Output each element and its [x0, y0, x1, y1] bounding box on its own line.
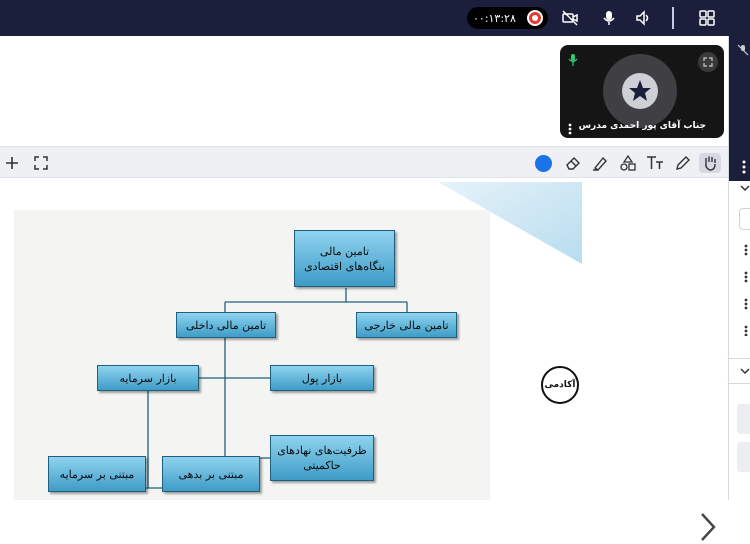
- color-picker[interactable]: [533, 153, 553, 173]
- fullscreen-button[interactable]: [31, 153, 51, 173]
- pencil-tool[interactable]: [673, 153, 693, 173]
- add-icon: [6, 157, 18, 169]
- side-panel-header: [729, 36, 750, 181]
- expand-button[interactable]: [698, 52, 718, 72]
- shapes-tool[interactable]: [618, 153, 638, 173]
- side-panel: [728, 36, 750, 500]
- slide-viewport[interactable]: تامین مالی بنگاه‌های اقتصادی تامین مالی …: [0, 178, 728, 541]
- speaker-icon[interactable]: [634, 9, 652, 27]
- section-divider: [729, 358, 750, 384]
- side-input[interactable]: [739, 208, 750, 230]
- fullscreen-icon: [34, 156, 48, 170]
- highlighter-tool[interactable]: [590, 153, 610, 173]
- mic-active-icon: [568, 54, 578, 66]
- shapes-icon: [620, 154, 636, 171]
- node-external: تامین مالی خارجی: [356, 312, 457, 338]
- node-debt: مبتنی بر بدهی: [162, 456, 260, 492]
- star-icon: [629, 80, 651, 101]
- timer-text: ۰۰:۱۳:۲۸: [473, 11, 516, 25]
- next-slide-icon[interactable]: [697, 510, 719, 544]
- eraser-tool[interactable]: [563, 153, 583, 173]
- highlighter-icon: [593, 156, 607, 171]
- record-icon[interactable]: [527, 10, 543, 26]
- chevron-down-icon[interactable]: [739, 367, 750, 375]
- pencil-icon: [676, 156, 690, 170]
- node-money-market: بازار پول: [270, 365, 374, 391]
- hand-tool[interactable]: [699, 153, 721, 173]
- whiteboard-toolbar: [0, 146, 728, 178]
- node-equity: مبتنی بر سرمایه: [48, 456, 146, 492]
- list-more-icons[interactable]: [744, 244, 748, 336]
- presenter-name: جناب آقای پور احمدی مدرس: [578, 121, 706, 131]
- more-icon[interactable]: [741, 160, 747, 174]
- color-swatch: [534, 154, 552, 172]
- add-button[interactable]: [2, 153, 22, 173]
- grid-icon[interactable]: [698, 9, 716, 27]
- avatar-star: [622, 73, 658, 109]
- hand-tool-icon: [705, 156, 716, 171]
- microphone-icon[interactable]: [600, 9, 618, 27]
- video-more-icon[interactable]: [568, 123, 572, 135]
- recording-timer[interactable]: ۰۰:۱۳:۲۸: [467, 7, 548, 29]
- presenter-video[interactable]: جناب آقای پور احمدی مدرس: [560, 45, 724, 138]
- mic-muted-icon[interactable]: [737, 44, 749, 56]
- chevron-down-icon[interactable]: [739, 184, 750, 192]
- node-root: تامین مالی بنگاه‌های اقتصادی: [294, 230, 395, 287]
- slide: تامین مالی بنگاه‌های اقتصادی تامین مالی …: [14, 210, 490, 500]
- top-bar: ۰۰:۱۳:۲۸: [0, 0, 750, 36]
- side-tab[interactable]: [737, 442, 750, 472]
- side-tab[interactable]: [737, 404, 750, 434]
- node-capital-market: بازار سرمایه: [97, 365, 199, 391]
- camera-off-icon[interactable]: [561, 9, 579, 27]
- text-tool[interactable]: [645, 153, 665, 173]
- text-tool-icon: [647, 156, 663, 169]
- academy-logo: آکادمی: [541, 366, 579, 404]
- eraser-icon: [566, 157, 580, 170]
- node-sovereign: ظرفیت‌های نهادهای حاکمیتی: [270, 435, 374, 481]
- expand-icon: [703, 57, 713, 67]
- topbar-divider: [672, 7, 674, 29]
- node-internal: تامین مالی داخلی: [176, 312, 276, 338]
